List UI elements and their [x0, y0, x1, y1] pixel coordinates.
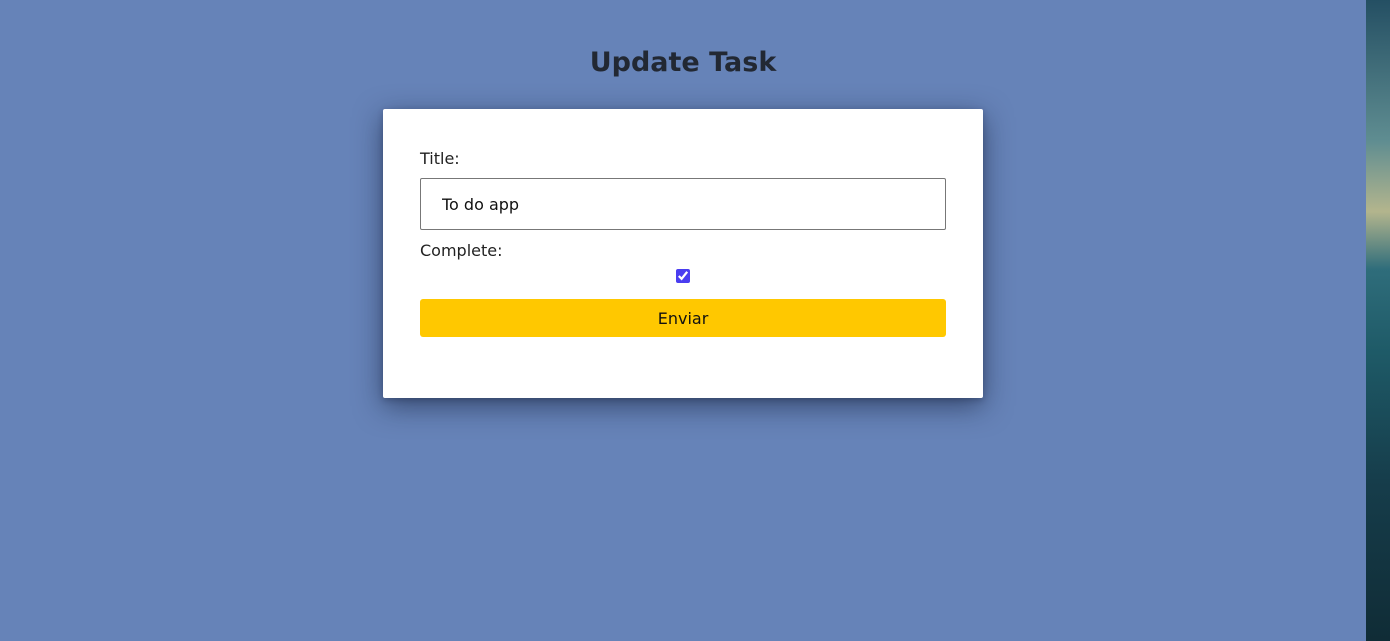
- title-label: Title:: [420, 149, 460, 168]
- submit-button[interactable]: Enviar: [420, 299, 946, 337]
- page-background: Update Task Title: Complete: Enviar: [0, 0, 1366, 641]
- title-input[interactable]: [420, 178, 946, 230]
- update-task-form: Title: Complete: Enviar: [383, 109, 983, 398]
- page-title: Update Task: [589, 47, 777, 78]
- background-image-strip: [1366, 0, 1390, 641]
- complete-checkbox[interactable]: [676, 269, 690, 283]
- complete-label: Complete:: [420, 241, 503, 260]
